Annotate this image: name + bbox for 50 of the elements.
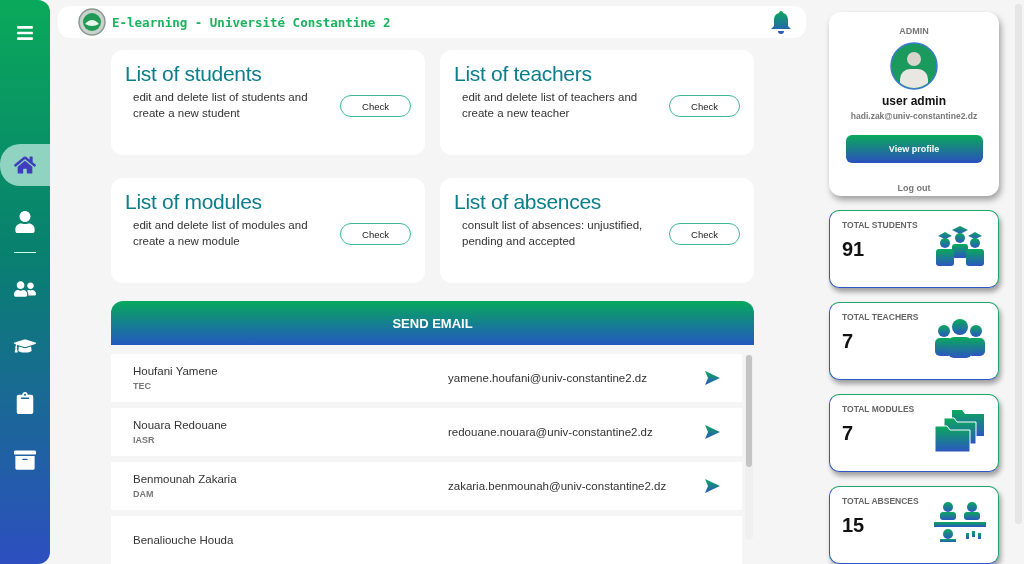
meeting-icon xyxy=(934,502,986,542)
send-icon[interactable] xyxy=(705,479,720,493)
user-name: user admin xyxy=(882,94,946,108)
recipient-name: Nouara Redouane xyxy=(133,419,228,431)
card-title: List of modules xyxy=(125,190,263,215)
folders-icon xyxy=(934,410,986,452)
view-profile-button[interactable]: View profile xyxy=(845,135,983,163)
bell-icon[interactable] xyxy=(770,10,792,35)
menu-button[interactable] xyxy=(16,24,34,42)
stat-label: TOTAL TEACHERS xyxy=(842,312,919,322)
recipient-email: zakaria.benmounah@univ-constantine2.dz xyxy=(448,480,668,492)
role-label: ADMIN xyxy=(899,26,929,36)
card-title: List of absences xyxy=(454,190,602,215)
stat-value: 7 xyxy=(842,330,855,353)
recipient-name: Benaliouche Houda xyxy=(133,534,235,546)
people-group-icon xyxy=(934,318,986,358)
logout-link[interactable]: Log out xyxy=(897,183,931,193)
recipient-department: TEC xyxy=(133,381,152,391)
check-button[interactable]: Check xyxy=(340,223,411,246)
check-button[interactable]: Check xyxy=(340,95,411,118)
card-title: List of teachers xyxy=(454,62,593,87)
scrollbar[interactable] xyxy=(745,354,753,540)
card-title: List of students xyxy=(125,62,263,87)
logo-icon xyxy=(78,8,106,37)
home-icon[interactable] xyxy=(0,144,50,186)
send-icon[interactable] xyxy=(705,371,720,385)
card-description: edit and delete list of modules and create a new module xyxy=(133,218,309,250)
stat-label: TOTAL MODULES xyxy=(842,404,915,414)
recipient-email: yamene.houfani@univ-constantine2.dz xyxy=(448,372,648,384)
check-button[interactable]: Check xyxy=(669,223,740,246)
recipient-department: IASR xyxy=(133,435,156,445)
card-description: edit and delete list of teachers and create a new teacher xyxy=(462,90,639,122)
stat-value: 15 xyxy=(842,514,866,537)
recipient-email: redouane.nouara@univ-constantine2.dz xyxy=(448,426,654,438)
banner-title: SEND EMAIL xyxy=(392,315,473,331)
card-description: edit and delete list of students and create a new student xyxy=(133,90,309,122)
user-email: hadi.zak@univ-constantine2.dz xyxy=(850,111,978,121)
send-icon[interactable] xyxy=(705,425,720,439)
stat-value: 7 xyxy=(842,422,855,445)
recipient-department: DAM xyxy=(133,489,155,499)
card-description: consult list of absences: unjustified, pending and accepted xyxy=(462,218,644,250)
stat-label: TOTAL STUDENTS xyxy=(842,220,918,230)
recipient-name: Benmounah Zakaria xyxy=(133,473,238,485)
check-button[interactable]: Check xyxy=(669,95,740,118)
graduates-icon xyxy=(934,226,986,266)
app-title: E-learning - Université Constantine 2 xyxy=(112,14,392,30)
recipient-name: Houfani Yamene xyxy=(133,365,219,377)
avatar xyxy=(890,42,938,90)
stat-value: 91 xyxy=(842,238,866,261)
stat-label: TOTAL ABSENCES xyxy=(842,496,919,506)
